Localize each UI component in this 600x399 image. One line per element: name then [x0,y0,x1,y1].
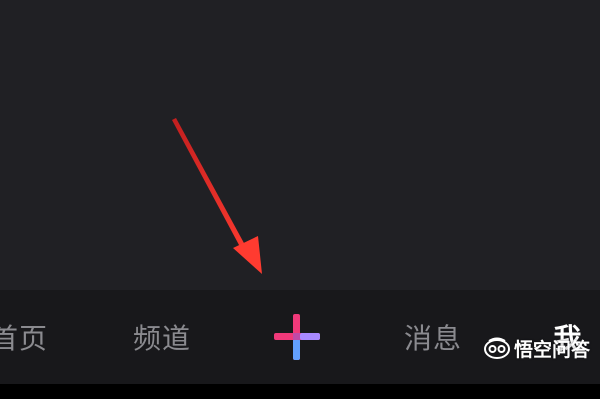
plus-horizontal-bar-right [300,333,320,340]
tab-me[interactable]: 我 [536,290,600,384]
tab-channels[interactable]: 频道 [118,290,206,384]
tab-messages-label: 消息 [403,322,462,355]
tab-channels-label: 频道 [132,322,191,355]
tab-home[interactable]: 首页 [0,290,68,384]
app-screen: 首页 频道 消息 我 悟空问答 [0,0,600,399]
tab-messages[interactable]: 消息 [390,290,476,384]
bottom-tab-bar: 首页 频道 消息 我 [0,290,600,384]
bottom-strip [0,384,600,399]
plus-vertical-bar-lower [293,339,300,360]
tab-home-label: 首页 [0,322,49,355]
content-area [0,0,600,290]
plus-center [293,333,300,340]
tab-me-label: 我 [553,322,583,355]
create-button[interactable] [262,290,332,384]
plus-create-icon [274,314,320,360]
